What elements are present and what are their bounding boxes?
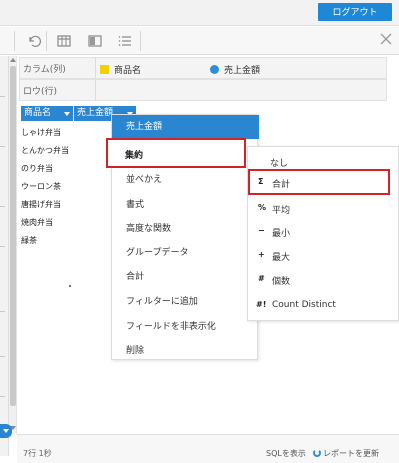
submenu-item-count[interactable]: # 個数 [248, 269, 399, 291]
strip-marker [0, 356, 5, 357]
menu-item-group-data[interactable]: グループデータ [126, 245, 188, 258]
menu-item-format[interactable]: 書式 [126, 197, 144, 210]
cursor-dot [69, 285, 71, 287]
submenu-item-sum[interactable]: Σ 合計 [248, 169, 390, 195]
submenu-item-label: なし [270, 159, 289, 169]
context-menu-title: 売上金額 [112, 115, 259, 139]
hash-icon: # [258, 274, 265, 283]
table-header-product[interactable]: 商品名 [21, 106, 73, 121]
vertical-scrollbar[interactable] [9, 56, 17, 434]
chevron-down-icon[interactable] [64, 112, 70, 116]
menu-item-aggregate[interactable]: 集約 [106, 138, 246, 168]
toolbar-divider [14, 31, 15, 51]
table-row: とんかつ弁当 [21, 146, 69, 155]
menu-item-hide-field[interactable]: フィールドを非表示化 [126, 319, 216, 332]
refresh-report-link[interactable]: レポートを更新 [313, 448, 379, 459]
column-field-sales[interactable]: 売上金額 [210, 63, 260, 76]
show-sql-link[interactable]: SQLを表示 [266, 448, 306, 459]
column-field-product[interactable]: 商品名 [100, 63, 141, 76]
toolbar [0, 27, 399, 55]
menu-item-advanced-function[interactable]: 高度な関数 [126, 221, 171, 234]
table-header-label: 商品名 [24, 108, 52, 118]
column-shelf[interactable]: カラム(列) 商品名 売上金額 [19, 57, 387, 79]
toolbar-divider [140, 31, 141, 51]
minus-icon: − [258, 226, 265, 235]
status-footer: 7行 1秒 SQLを表示 レポートを更新 [17, 434, 399, 463]
table-row: 緑茶 [21, 236, 37, 245]
table-icon[interactable] [56, 33, 72, 49]
measure-marker-icon [210, 65, 219, 74]
strip-marker [0, 396, 5, 397]
column-shelf-label: カラム(列) [23, 65, 66, 75]
refresh-icon [313, 449, 321, 457]
submenu-item-max[interactable]: + 最大 [248, 245, 399, 267]
row-shelf[interactable]: ロウ(行) [19, 79, 387, 101]
plus-icon: + [258, 250, 265, 259]
top-bar: ログアウト [0, 0, 399, 26]
table-row: 焼肉弁当 [21, 218, 53, 227]
menu-item-delete[interactable]: 削除 [126, 343, 144, 356]
undo-icon[interactable] [26, 33, 42, 49]
scrollbar-thumb[interactable] [10, 66, 16, 406]
table-row: 唐揚げ弁当 [21, 200, 61, 209]
submenu-item-label: 個数 [272, 277, 291, 287]
row-count-status: 7行 1秒 [23, 449, 52, 458]
submenu-item-label: 平均 [272, 206, 291, 216]
strip-marker [0, 146, 5, 147]
menu-item-total[interactable]: 合計 [126, 269, 144, 282]
table-header-label: 売上金額 [77, 108, 114, 118]
scroll-up-icon[interactable] [10, 58, 16, 62]
submenu-item-count-distinct[interactable]: #! Count Distinct [248, 295, 399, 317]
submenu-item-label: Count Distinct [272, 300, 336, 310]
percent-icon: % [258, 203, 267, 212]
shelf-divider [95, 58, 96, 78]
chevron-down-icon [3, 429, 9, 433]
column-field-label: 商品名 [114, 66, 142, 76]
submenu-item-min[interactable]: − 最小 [248, 221, 399, 243]
strip-marker [0, 96, 5, 97]
layout-icon[interactable] [87, 33, 103, 49]
submenu-item-label: 合計 [272, 180, 291, 190]
submenu-item-label: 最大 [272, 253, 291, 263]
strip-marker [0, 311, 5, 312]
toolbar-divider [46, 31, 47, 51]
column-field-label: 売上金額 [224, 66, 261, 76]
dimension-marker-icon [100, 65, 109, 74]
submenu-item-average[interactable]: % 平均 [248, 198, 399, 220]
submenu-item-label: 最小 [272, 229, 291, 239]
close-icon[interactable] [378, 31, 394, 47]
table-row: しゃけ弁当 [21, 128, 61, 137]
row-shelf-label: ロウ(行) [23, 87, 58, 97]
strip-marker [0, 246, 5, 247]
table-row: のり弁当 [21, 164, 53, 173]
shelf-divider [95, 80, 96, 100]
refresh-report-label: レポートを更新 [323, 449, 379, 458]
left-side-strip [0, 56, 9, 456]
list-icon[interactable] [117, 33, 133, 49]
menu-item-add-filter[interactable]: フィルターに追加 [126, 294, 198, 307]
table-row: ウーロン茶 [21, 182, 61, 191]
strip-marker [0, 206, 5, 207]
menu-item-aggregate-label: 集約 [125, 151, 144, 161]
logout-button[interactable]: ログアウト [318, 3, 392, 21]
hash-distinct-icon: #! [256, 300, 267, 309]
menu-item-sort[interactable]: 並べかえ [126, 172, 162, 185]
panel-toggle-button[interactable] [0, 424, 12, 438]
sigma-icon: Σ [258, 177, 264, 186]
